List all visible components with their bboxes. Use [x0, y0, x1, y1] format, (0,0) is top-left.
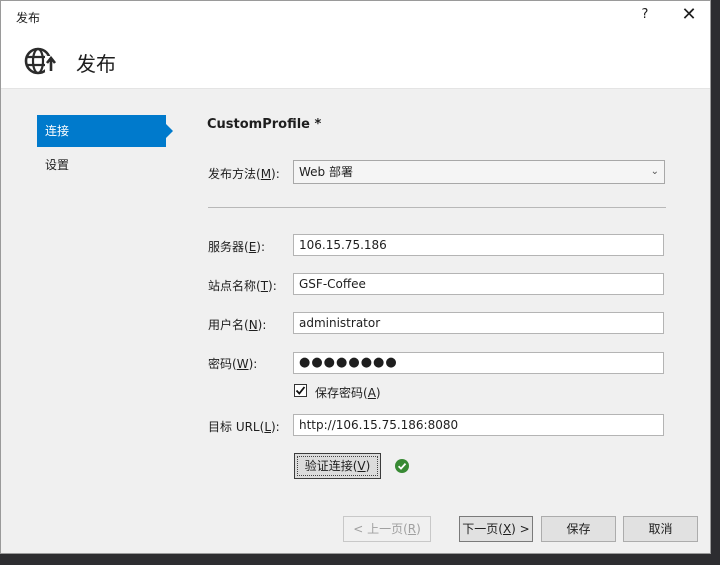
site-name-input[interactable]: GSF-Coffee — [293, 273, 664, 295]
divider — [208, 207, 666, 208]
profile-name: CustomProfile * — [207, 117, 322, 132]
publish-method-value: Web 部署 — [299, 165, 353, 179]
nav-item-connection[interactable]: 连接 — [37, 115, 173, 147]
password-input[interactable]: ●●●●●●●● — [293, 352, 664, 374]
window-title: 发布 — [16, 11, 41, 25]
dialog-header: 发布 — [1, 32, 710, 89]
username-input[interactable]: administrator — [293, 312, 664, 334]
close-button[interactable]: ✕ — [678, 4, 700, 26]
save-password-checkbox[interactable] — [294, 384, 307, 397]
nav-item-label: 设置 — [45, 158, 70, 172]
globe-publish-icon — [24, 47, 57, 75]
site-name-label: 站点名称(T): — [208, 279, 277, 293]
target-url-label: 目标 URL(L): — [208, 420, 280, 434]
publish-dialog: 发布 ? ✕ 发布 连接 设置 CustomProfile * 发布方法(M):… — [0, 0, 711, 554]
side-nav: 连接 设置 — [37, 115, 177, 183]
cancel-button[interactable]: 取消 — [623, 516, 698, 542]
next-button[interactable]: 下一页(X) > — [459, 516, 533, 542]
success-check-icon — [395, 459, 409, 473]
server-label: 服务器(E): — [208, 240, 266, 254]
help-button[interactable]: ? — [634, 4, 656, 26]
checkmark-icon — [295, 386, 306, 395]
save-button[interactable]: 保存 — [541, 516, 616, 542]
header-title: 发布 — [76, 52, 116, 76]
publish-method-select[interactable]: Web 部署 ⌄ — [293, 160, 665, 184]
chevron-down-icon: ⌄ — [650, 166, 659, 177]
previous-button[interactable]: < 上一页(R) — [343, 516, 431, 542]
verify-connection-button[interactable]: 验证连接(V) — [294, 453, 381, 479]
title-bar: 发布 ? ✕ — [1, 1, 710, 32]
target-url-input[interactable]: http://106.15.75.186:8080 — [293, 414, 664, 436]
username-label: 用户名(N): — [208, 318, 267, 332]
nav-item-settings[interactable]: 设置 — [37, 149, 166, 181]
save-password-label: 保存密码(A) — [315, 386, 381, 400]
nav-item-label: 连接 — [45, 124, 70, 138]
publish-method-label: 发布方法(M): — [208, 167, 280, 181]
password-label: 密码(W): — [208, 357, 258, 371]
server-input[interactable]: 106.15.75.186 — [293, 234, 664, 256]
